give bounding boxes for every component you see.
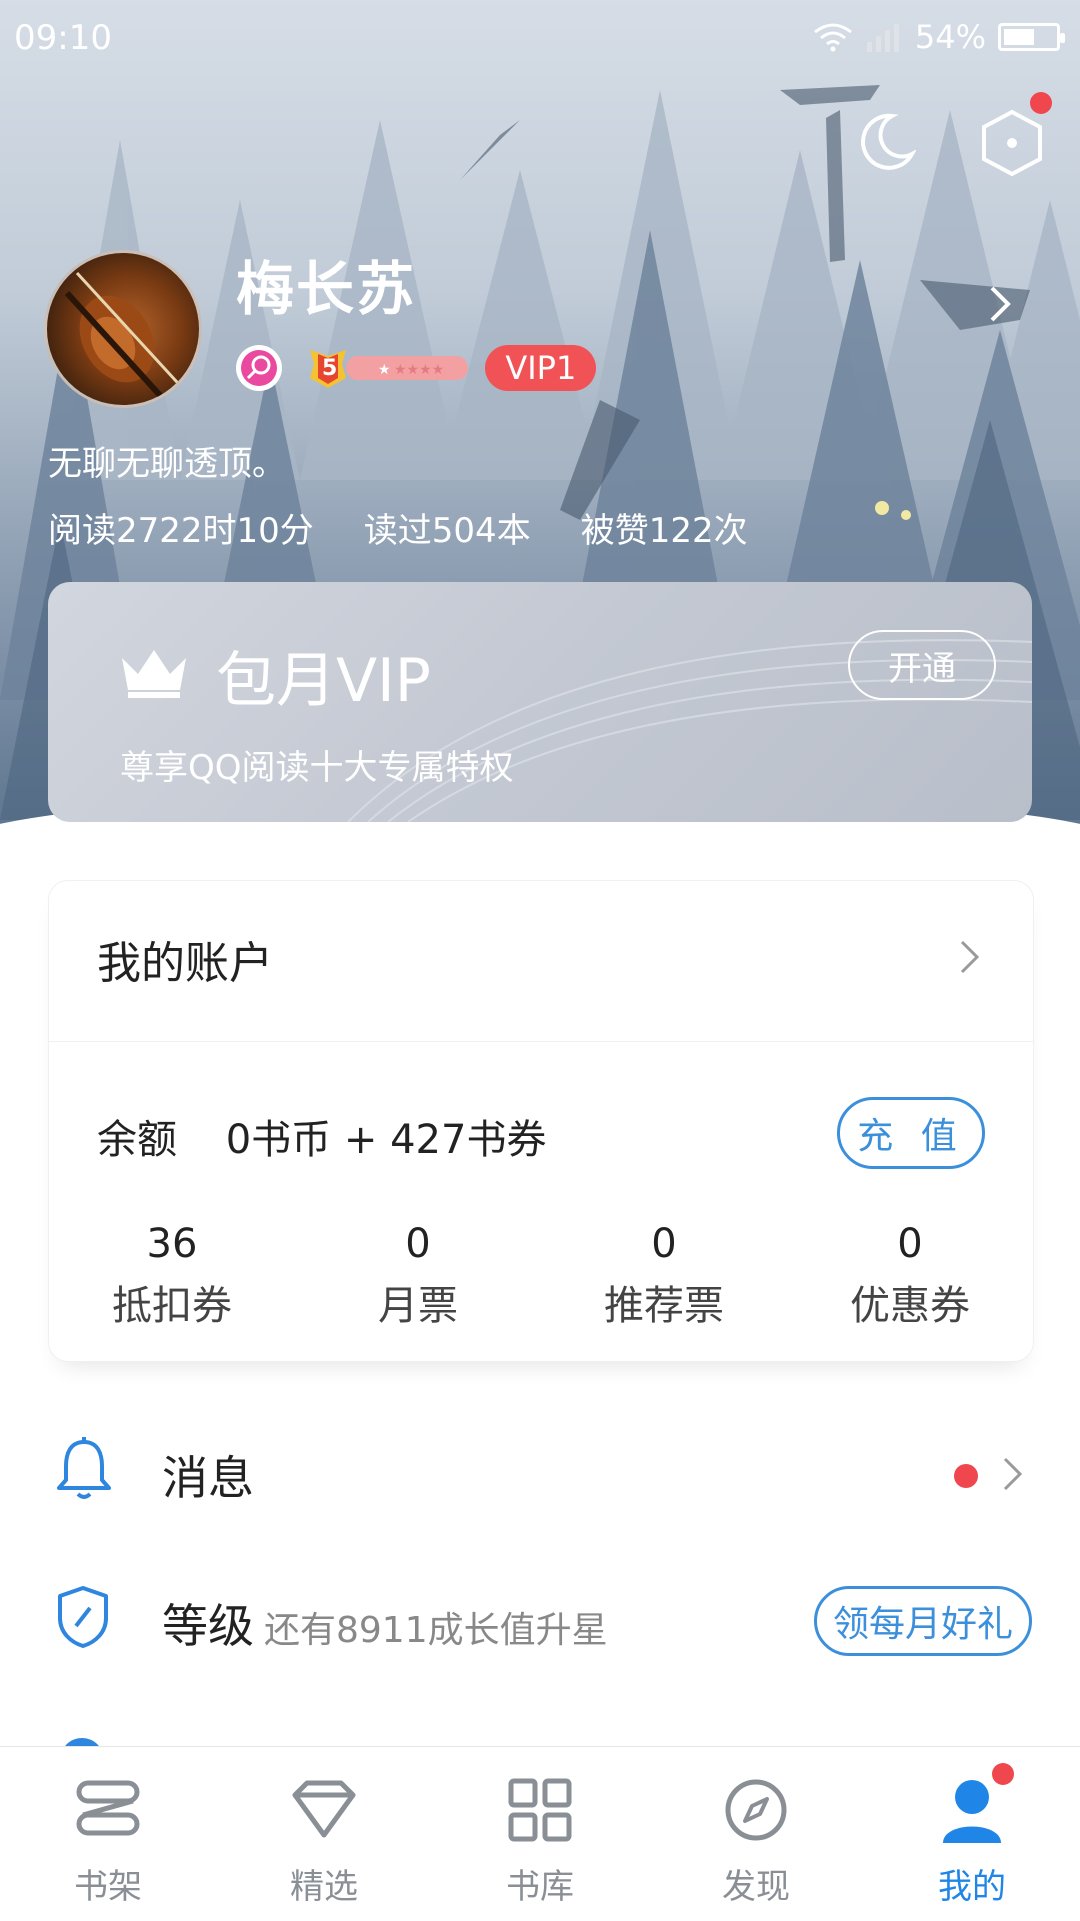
reading-time: 阅读2722时10分 bbox=[48, 511, 314, 551]
settings-red-dot bbox=[1030, 92, 1052, 114]
crown-icon bbox=[122, 650, 186, 698]
svg-text:★★★★: ★★★★ bbox=[394, 362, 444, 378]
vip-card-subtitle: 尊享QQ阅读十大专属特权 bbox=[120, 748, 514, 788]
badge-row: ★ ★★★★ 5 VIP1 bbox=[234, 342, 597, 394]
violin-image bbox=[64, 271, 189, 405]
level-row[interactable]: 等级 还有8911成长值升星 领每月好礼 bbox=[0, 1560, 1080, 1680]
level-title: 等级 bbox=[162, 1599, 254, 1653]
nav-discover[interactable]: 发现 bbox=[648, 1747, 864, 1921]
counter-recommend-ticket[interactable]: 0 推荐票 bbox=[541, 1221, 787, 1331]
compass-icon bbox=[723, 1777, 789, 1847]
counter-label: 优惠券 bbox=[850, 1283, 970, 1329]
status-bar: 09:10 54% bbox=[0, 0, 1080, 78]
settings-button[interactable] bbox=[980, 92, 1052, 182]
wifi-icon bbox=[813, 23, 852, 52]
counter-value: 0 bbox=[651, 1221, 677, 1267]
chevron-right-icon bbox=[960, 940, 980, 974]
monthly-gift-button[interactable]: 领每月好礼 bbox=[813, 1586, 1032, 1656]
nav-label: 书架 bbox=[74, 1867, 142, 1907]
counter-deduction-coupon[interactable]: 36 抵扣券 bbox=[49, 1221, 295, 1331]
bell-icon bbox=[54, 1436, 114, 1506]
counter-value: 36 bbox=[146, 1221, 198, 1267]
balance-label: 余额 bbox=[97, 1117, 177, 1163]
balance-value: 0书币 + 427书券 bbox=[225, 1117, 547, 1163]
signal-icon bbox=[866, 24, 899, 52]
likes-count: 被赞122次 bbox=[580, 511, 748, 551]
level-number: 5 bbox=[322, 355, 338, 381]
balance-line: 余额 0书币 + 427书券 bbox=[97, 1107, 546, 1165]
status-right: 54% bbox=[813, 18, 1065, 56]
level-badge[interactable]: ★ ★★★★ 5 bbox=[306, 342, 491, 394]
hexagon-settings-icon bbox=[982, 109, 1042, 177]
nav-library[interactable]: 书库 bbox=[432, 1747, 648, 1921]
nav-me[interactable]: 我的 bbox=[864, 1747, 1080, 1921]
battery-percent: 54% bbox=[914, 18, 986, 56]
nav-label: 我的 bbox=[938, 1867, 1006, 1907]
vip-card[interactable]: 包月VIP 尊享QQ阅读十大专属特权 开通 bbox=[48, 582, 1032, 822]
profile-stats: 阅读2722时10分 读过504本 被赞122次 bbox=[48, 503, 748, 552]
vip-open-button[interactable]: 开通 bbox=[848, 630, 996, 700]
counter-label: 推荐票 bbox=[604, 1283, 724, 1329]
nav-label: 书库 bbox=[506, 1867, 574, 1907]
reader-badge-icon[interactable] bbox=[234, 343, 284, 393]
messages-unread-dot bbox=[954, 1464, 978, 1488]
svg-text:★: ★ bbox=[378, 362, 391, 378]
counter-monthly-ticket[interactable]: 0 月票 bbox=[295, 1221, 541, 1331]
chevron-right-icon bbox=[1002, 1456, 1024, 1496]
bottom-nav: 书架 精选 书库 发现 我的 bbox=[0, 1746, 1080, 1921]
battery-icon bbox=[998, 23, 1065, 51]
nav-label: 精选 bbox=[290, 1867, 358, 1907]
nav-me-red-dot bbox=[992, 1763, 1014, 1785]
profile-chevron[interactable] bbox=[988, 284, 1014, 328]
nav-bookshelf[interactable]: 书架 bbox=[0, 1747, 216, 1921]
moon-icon bbox=[861, 113, 917, 170]
nav-label: 发现 bbox=[722, 1867, 790, 1907]
counter-value: 0 bbox=[897, 1221, 923, 1267]
avatar[interactable] bbox=[44, 250, 202, 408]
counter-discount-coupon[interactable]: 0 优惠券 bbox=[787, 1221, 1033, 1331]
profile-icon bbox=[939, 1777, 1005, 1851]
messages-row[interactable]: 消息 bbox=[0, 1412, 1080, 1532]
username: 梅长苏 bbox=[236, 255, 417, 323]
nav-featured[interactable]: 精选 bbox=[216, 1747, 432, 1921]
recharge-button[interactable]: 充 值 bbox=[837, 1097, 985, 1169]
grid-icon bbox=[507, 1777, 573, 1847]
night-mode-button[interactable] bbox=[852, 110, 917, 178]
counter-label: 月票 bbox=[378, 1283, 458, 1329]
profile-bio: 无聊无聊透顶。 bbox=[48, 444, 286, 484]
account-card: 我的账户 余额 0书币 + 427书券 充 值 36 抵扣券 0 月票 0 推荐… bbox=[48, 880, 1034, 1362]
messages-label: 消息 bbox=[162, 1451, 254, 1505]
bookshelf-icon bbox=[73, 1777, 143, 1845]
counter-value: 0 bbox=[405, 1221, 431, 1267]
level-hint: 还有8911成长值升星 bbox=[264, 1610, 608, 1651]
account-title[interactable]: 我的账户 bbox=[97, 927, 273, 991]
diamond-icon bbox=[289, 1777, 359, 1845]
account-chevron[interactable] bbox=[959, 939, 981, 979]
chevron-right-icon bbox=[990, 286, 1011, 322]
books-read: 读过504本 bbox=[363, 511, 531, 551]
account-counters: 36 抵扣券 0 月票 0 推荐票 0 优惠券 bbox=[49, 1221, 1033, 1331]
vip-level-badge[interactable]: VIP1 bbox=[485, 345, 597, 391]
vip-card-title: 包月VIP bbox=[216, 646, 431, 716]
shield-icon bbox=[54, 1584, 112, 1654]
account-divider bbox=[49, 1041, 1033, 1042]
counter-label: 抵扣券 bbox=[112, 1283, 232, 1329]
level-label: 等级 还有8911成长值升星 bbox=[162, 1590, 608, 1656]
status-time: 09:10 bbox=[14, 18, 112, 58]
